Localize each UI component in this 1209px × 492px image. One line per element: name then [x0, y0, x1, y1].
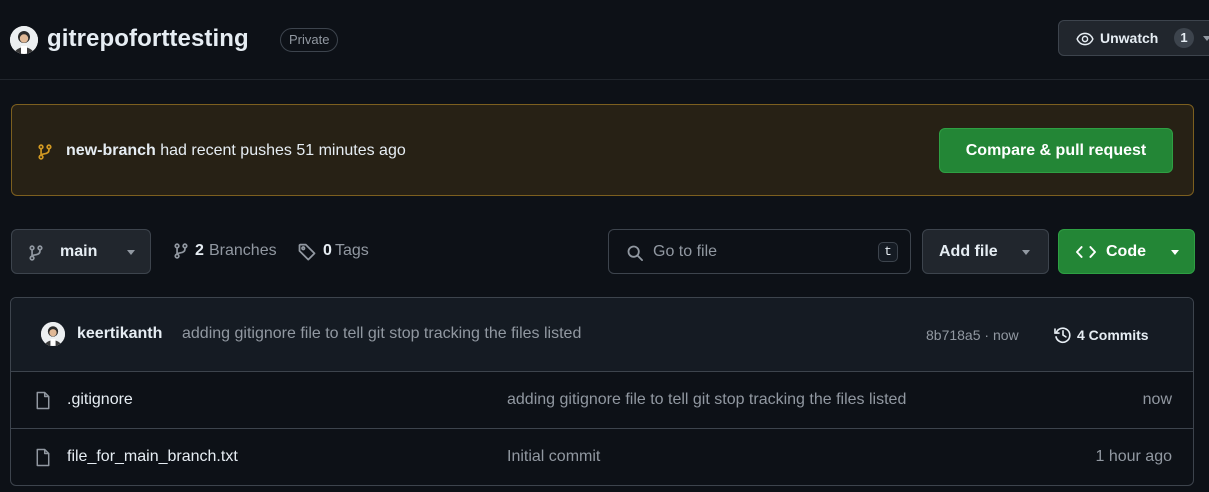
unwatch-label: Unwatch: [1100, 30, 1159, 46]
visibility-badge: Private: [280, 28, 339, 52]
branches-count: 2: [195, 242, 204, 259]
unwatch-button[interactable]: Unwatch 1: [1058, 20, 1209, 56]
recent-pushes-text: new-branch had recent pushes 51 minutes …: [66, 142, 406, 160]
history-icon: [1053, 325, 1073, 350]
code-label: Code: [1106, 243, 1146, 260]
git-branch-icon: [36, 143, 54, 166]
tags-count: 0: [323, 242, 332, 259]
latest-commit-bar: keertikanth adding gitignore file to tel…: [11, 298, 1193, 372]
add-file-button[interactable]: Add file: [922, 229, 1049, 274]
go-to-file-search[interactable]: t: [608, 229, 911, 274]
file-commit-age: now: [1142, 391, 1172, 408]
code-icon: [1075, 243, 1097, 266]
file-commit-age: 1 hour ago: [1095, 448, 1172, 465]
commits-count: 4 Commits: [1077, 327, 1149, 343]
code-button[interactable]: Code: [1058, 229, 1195, 274]
file-icon: [35, 391, 51, 415]
watch-count: 1: [1174, 28, 1194, 48]
recent-pushes-banner: new-branch had recent pushes 51 minutes …: [11, 104, 1194, 196]
commit-sha-time[interactable]: 8b718a5 · now: [926, 327, 1019, 343]
repo-header: gitrepoforttesting Private Unwatch 1: [0, 0, 1209, 80]
chevron-down-icon: [1203, 36, 1209, 41]
eye-icon: [1076, 30, 1094, 53]
recent-pushes-message: had recent pushes 51 minutes ago: [155, 142, 406, 159]
file-name[interactable]: .gitignore: [67, 391, 133, 409]
file-table: keertikanth adding gitignore file to tel…: [10, 297, 1194, 486]
tags-label: Tags: [335, 242, 369, 259]
add-file-label: Add file: [939, 243, 998, 260]
owner-avatar[interactable]: [10, 26, 38, 54]
chevron-down-icon: [1022, 250, 1030, 255]
file-row[interactable]: .gitignore adding gitignore file to tell…: [11, 372, 1193, 429]
search-icon: [626, 244, 644, 267]
chevron-down-icon: [1171, 250, 1179, 255]
file-commit-message[interactable]: Initial commit: [507, 448, 600, 466]
file-icon: [35, 448, 51, 472]
commit-message[interactable]: adding gitignore file to tell git stop t…: [182, 325, 581, 343]
keyboard-shortcut-hint: t: [878, 242, 898, 262]
commit-author[interactable]: keertikanth: [77, 325, 162, 343]
repo-page: gitrepoforttesting Private Unwatch 1 new…: [0, 0, 1209, 492]
branch-selector[interactable]: main: [11, 229, 151, 274]
git-branch-icon: [27, 244, 45, 267]
chevron-down-icon: [127, 250, 135, 255]
pushed-branch-name[interactable]: new-branch: [66, 142, 156, 159]
branches-label: Branches: [209, 242, 277, 259]
commit-author-avatar[interactable]: [41, 322, 65, 346]
git-branch-icon: [172, 242, 190, 265]
file-row[interactable]: file_for_main_branch.txt Initial commit …: [11, 429, 1193, 485]
file-name[interactable]: file_for_main_branch.txt: [67, 448, 238, 466]
repo-name[interactable]: gitrepoforttesting: [47, 25, 249, 53]
current-branch-label: main: [60, 243, 98, 260]
tag-icon: [297, 242, 317, 267]
search-input[interactable]: [653, 240, 863, 264]
file-commit-message[interactable]: adding gitignore file to tell git stop t…: [507, 391, 906, 409]
compare-pull-request-button[interactable]: Compare & pull request: [939, 128, 1173, 173]
